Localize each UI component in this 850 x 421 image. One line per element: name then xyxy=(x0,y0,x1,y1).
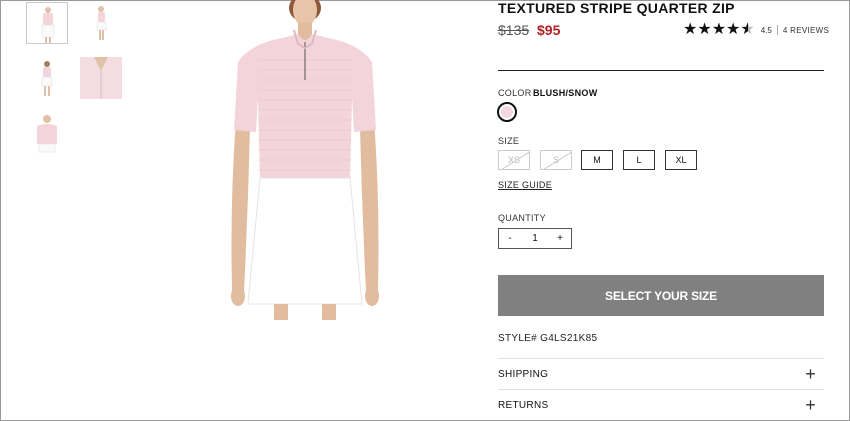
rating-stars: ★ ★ ★ ★ ★ xyxy=(683,22,755,38)
selected-color-name: BLUSH/SNOW xyxy=(533,88,598,98)
thumbnail-back-full[interactable] xyxy=(26,57,68,99)
star-half-icon: ★ xyxy=(740,21,755,38)
accordion-shipping-label: SHIPPING xyxy=(498,368,549,380)
product-title: TEXTURED STRIPE QUARTER ZIP xyxy=(498,0,735,16)
accordion-returns-label: RETURNS xyxy=(498,399,549,411)
color-swatch-fill xyxy=(501,106,513,118)
quantity-stepper: - 1 + xyxy=(498,228,572,249)
quantity-decrement-button[interactable]: - xyxy=(499,233,521,244)
sale-price: $95 xyxy=(537,22,561,38)
plus-icon[interactable]: + xyxy=(805,395,816,416)
size-option-xl[interactable]: XL xyxy=(665,150,697,170)
star-full-icon: ★ xyxy=(711,21,727,38)
size-option-xs[interactable]: XS xyxy=(498,150,530,170)
quantity-increment-button[interactable]: + xyxy=(549,233,571,244)
rating-separator xyxy=(776,25,778,35)
accordion-divider xyxy=(498,389,824,390)
star-full-icon: ★ xyxy=(726,21,741,38)
thumbnail-front-full[interactable] xyxy=(26,2,68,44)
color-label: COLOR xyxy=(498,88,532,98)
accordion-shipping[interactable]: SHIPPING + xyxy=(498,364,824,385)
quantity-value[interactable]: 1 xyxy=(524,233,546,244)
thumbnail-detail[interactable] xyxy=(80,57,122,99)
thumbnail-front-full-image xyxy=(41,7,55,44)
product-main-image[interactable] xyxy=(210,0,400,320)
rating-value: 4.5 xyxy=(760,25,772,35)
size-guide-link[interactable]: SIZE GUIDE xyxy=(498,180,552,190)
star-full-icon: ★ xyxy=(683,21,698,38)
thumbnail-detail-image xyxy=(80,57,122,99)
style-number: STYLE# G4LS21K85 xyxy=(498,333,598,344)
thumbnail-crop-image xyxy=(37,115,57,153)
product-rating[interactable]: ★ ★ ★ ★ ★ 4.5 4 REVIEWS xyxy=(683,22,829,38)
thumbnail-side-full[interactable] xyxy=(80,2,122,44)
size-option-l[interactable]: L xyxy=(623,150,655,170)
size-label: SIZE xyxy=(498,136,520,146)
quantity-label: QUANTITY xyxy=(498,213,546,223)
thumbnail-back-full-image xyxy=(41,61,53,96)
star-full-icon: ★ xyxy=(697,21,712,38)
plus-icon[interactable]: + xyxy=(805,364,816,385)
thumbnail-crop[interactable] xyxy=(26,112,68,154)
accordion-returns[interactable]: RETURNS + xyxy=(498,395,824,416)
size-option-s[interactable]: S xyxy=(540,150,572,170)
thumbnail-side-full-image xyxy=(96,6,107,40)
color-swatch-blush-snow[interactable] xyxy=(497,102,517,122)
select-size-button[interactable]: SELECT YOUR SIZE xyxy=(498,275,824,316)
header-divider xyxy=(498,70,824,71)
original-price: $135 xyxy=(498,22,530,38)
accordion-divider xyxy=(498,358,824,359)
size-option-m[interactable]: M xyxy=(581,150,613,170)
model-illustration xyxy=(231,0,379,320)
review-count-link[interactable]: 4 REVIEWS xyxy=(783,26,829,35)
